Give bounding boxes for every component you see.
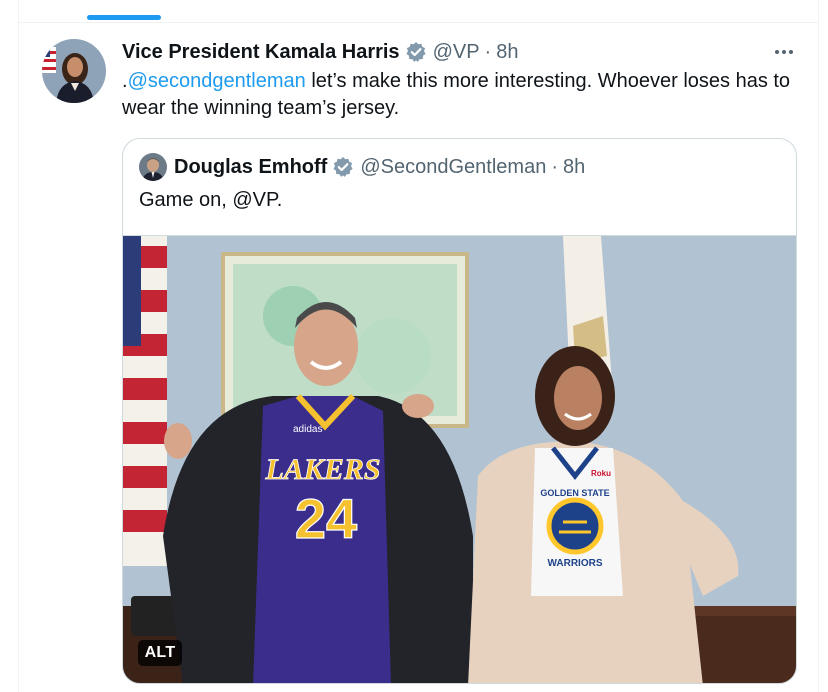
jersey-number-text: 24 [295,487,357,550]
post-text: .@secondgentleman let’s make this more i… [122,68,802,122]
more-options-icon[interactable] [770,40,798,64]
jersey-brand-text: adidas [293,424,322,435]
warriors-bottom-text: WARRIORS [548,558,603,569]
post-timestamp[interactable]: 8h [496,41,518,64]
quote-photo[interactable]: LAKERS 24 adidas GOLDEN STATE WARRIORS R… [123,235,796,683]
quote-header: Douglas Emhoff @SecondGentleman · 8h [139,153,585,181]
top-divider [18,22,819,23]
author-avatar[interactable] [42,39,106,103]
author-handle[interactable]: @VP [433,41,480,64]
warriors-top-text: GOLDEN STATE [540,488,609,498]
quote-timestamp[interactable]: 8h [563,156,585,179]
jersey-team-text: LAKERS [264,453,380,486]
post-header: Vice President Kamala Harris @VP · 8h [122,38,518,66]
verified-badge-icon [332,156,354,178]
separator-dot: · [551,155,558,178]
separator-dot: · [484,40,492,63]
timeline-border-left [18,0,19,692]
quote-text: Game on, @VP. [139,189,283,211]
author-name[interactable]: Vice President Kamala Harris [122,41,400,64]
timeline-border-right [818,0,819,692]
mention-link[interactable]: @secondgentleman [128,70,306,92]
quote-author-handle[interactable]: @SecondGentleman [360,156,546,179]
sponsor-text: Roku [591,469,611,478]
quoted-post[interactable]: Douglas Emhoff @SecondGentleman · 8h Gam… [122,138,797,684]
quote-author-name[interactable]: Douglas Emhoff [174,156,327,179]
verified-badge-icon [405,41,427,63]
alt-text-badge[interactable]: ALT [138,640,182,666]
quote-author-avatar[interactable] [139,153,167,181]
active-tab-indicator [87,15,161,20]
